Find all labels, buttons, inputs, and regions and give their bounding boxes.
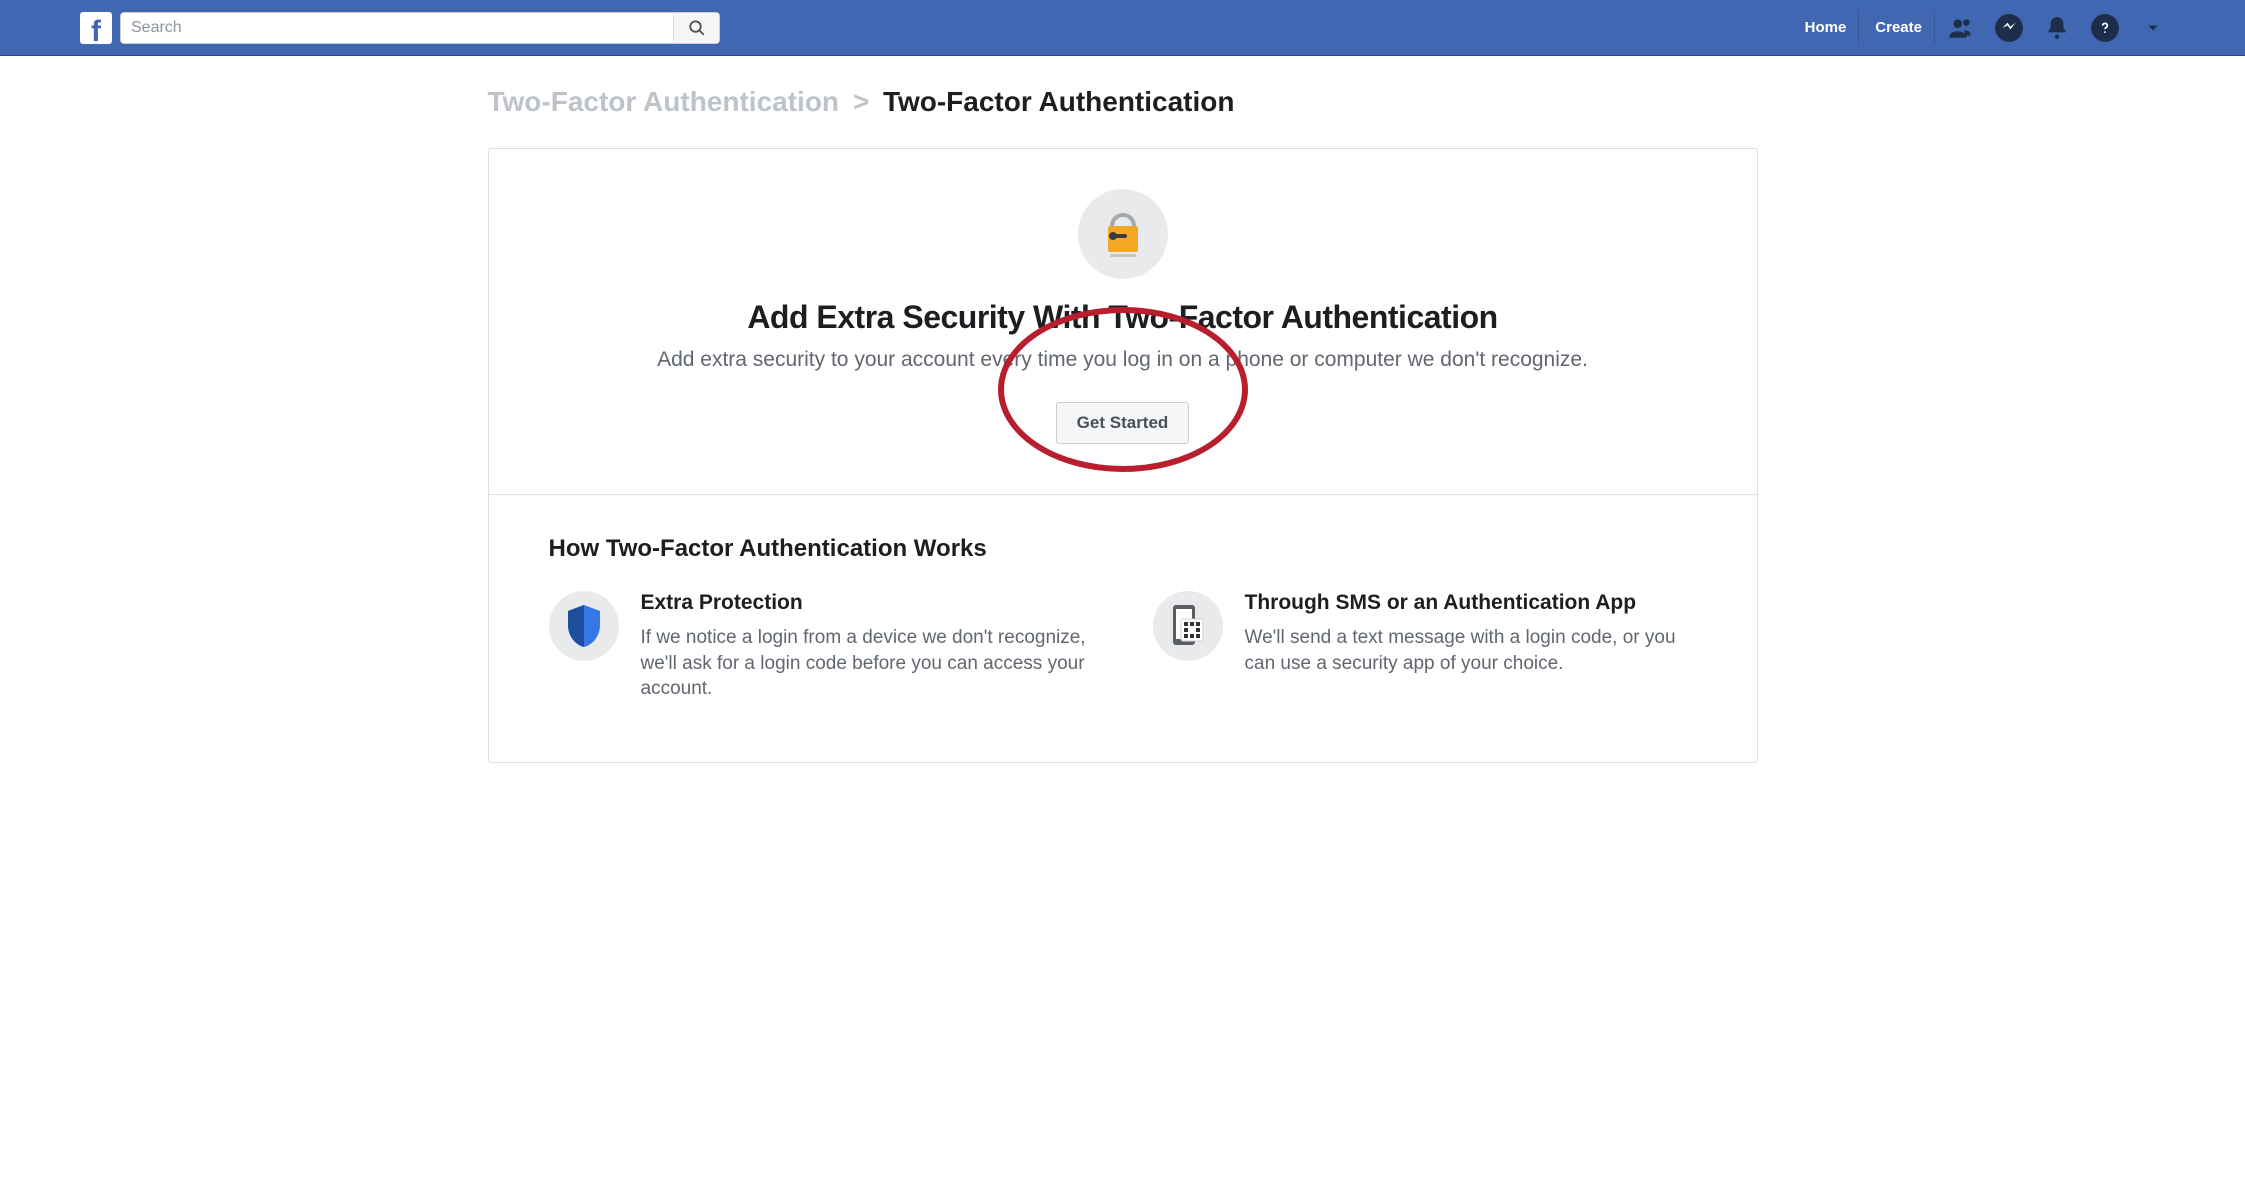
messenger-icon <box>2001 20 2017 36</box>
card-body: Extra Protection If we notice a login fr… <box>641 591 1093 702</box>
card-extra-protection: Extra Protection If we notice a login fr… <box>549 591 1093 702</box>
content-wrap: Two-Factor Authentication > Two-Factor A… <box>468 56 1778 763</box>
nav-create-link[interactable]: Create <box>1863 11 1935 44</box>
card-text: If we notice a login from a device we do… <box>641 625 1093 702</box>
breadcrumb-current: Two-Factor Authentication <box>883 86 1235 117</box>
hero-title: Add Extra Security With Two-Factor Authe… <box>519 299 1727 336</box>
account-menu-button[interactable] <box>2137 12 2169 44</box>
breadcrumb-separator: > <box>853 86 869 117</box>
card-title: Extra Protection <box>641 591 1093 615</box>
how-it-works-section: How Two-Factor Authentication Works Extr… <box>489 495 1757 762</box>
card-title: Through SMS or an Authentication App <box>1245 591 1697 615</box>
get-started-button[interactable]: Get Started <box>1056 402 1190 444</box>
hero-section: Add Extra Security With Two-Factor Authe… <box>489 149 1757 495</box>
lock-icon <box>1098 204 1148 264</box>
search-input[interactable] <box>121 13 673 43</box>
search-button[interactable] <box>673 13 719 43</box>
breadcrumb-parent[interactable]: Two-Factor Authentication <box>488 86 840 117</box>
help-button[interactable] <box>2089 12 2121 44</box>
friend-requests-button[interactable] <box>1945 12 1977 44</box>
chevron-down-icon <box>2146 21 2160 35</box>
cards-row: Extra Protection If we notice a login fr… <box>549 591 1697 702</box>
how-it-works-heading: How Two-Factor Authentication Works <box>549 535 1697 563</box>
card-body: Through SMS or an Authentication App We'… <box>1245 591 1697 702</box>
header-right: Home Create <box>1793 11 2175 44</box>
search-container <box>120 12 720 44</box>
hero-subtitle: Add extra security to your account every… <box>519 348 1727 372</box>
messenger-button[interactable] <box>1993 12 2025 44</box>
top-header: f Home Create <box>0 0 2245 56</box>
search-icon <box>688 19 706 37</box>
help-icon <box>2098 21 2112 35</box>
main-panel: Add Extra Security With Two-Factor Authe… <box>488 148 1758 763</box>
phone-qr-icon <box>1165 601 1211 651</box>
facebook-logo-icon[interactable]: f <box>80 12 112 44</box>
breadcrumb: Two-Factor Authentication > Two-Factor A… <box>488 86 1758 118</box>
notifications-button[interactable] <box>2041 12 2073 44</box>
header-left: f <box>80 12 720 44</box>
bell-icon <box>2044 15 2070 41</box>
card-sms-auth: Through SMS or an Authentication App We'… <box>1153 591 1697 702</box>
friends-icon <box>1948 15 1974 41</box>
shield-icon-container <box>549 591 619 661</box>
hero-icon-container <box>1078 189 1168 279</box>
nav-home-link[interactable]: Home <box>1793 11 1860 44</box>
card-text: We'll send a text message with a login c… <box>1245 625 1697 676</box>
shield-icon <box>564 603 604 649</box>
phone-icon-container <box>1153 591 1223 661</box>
